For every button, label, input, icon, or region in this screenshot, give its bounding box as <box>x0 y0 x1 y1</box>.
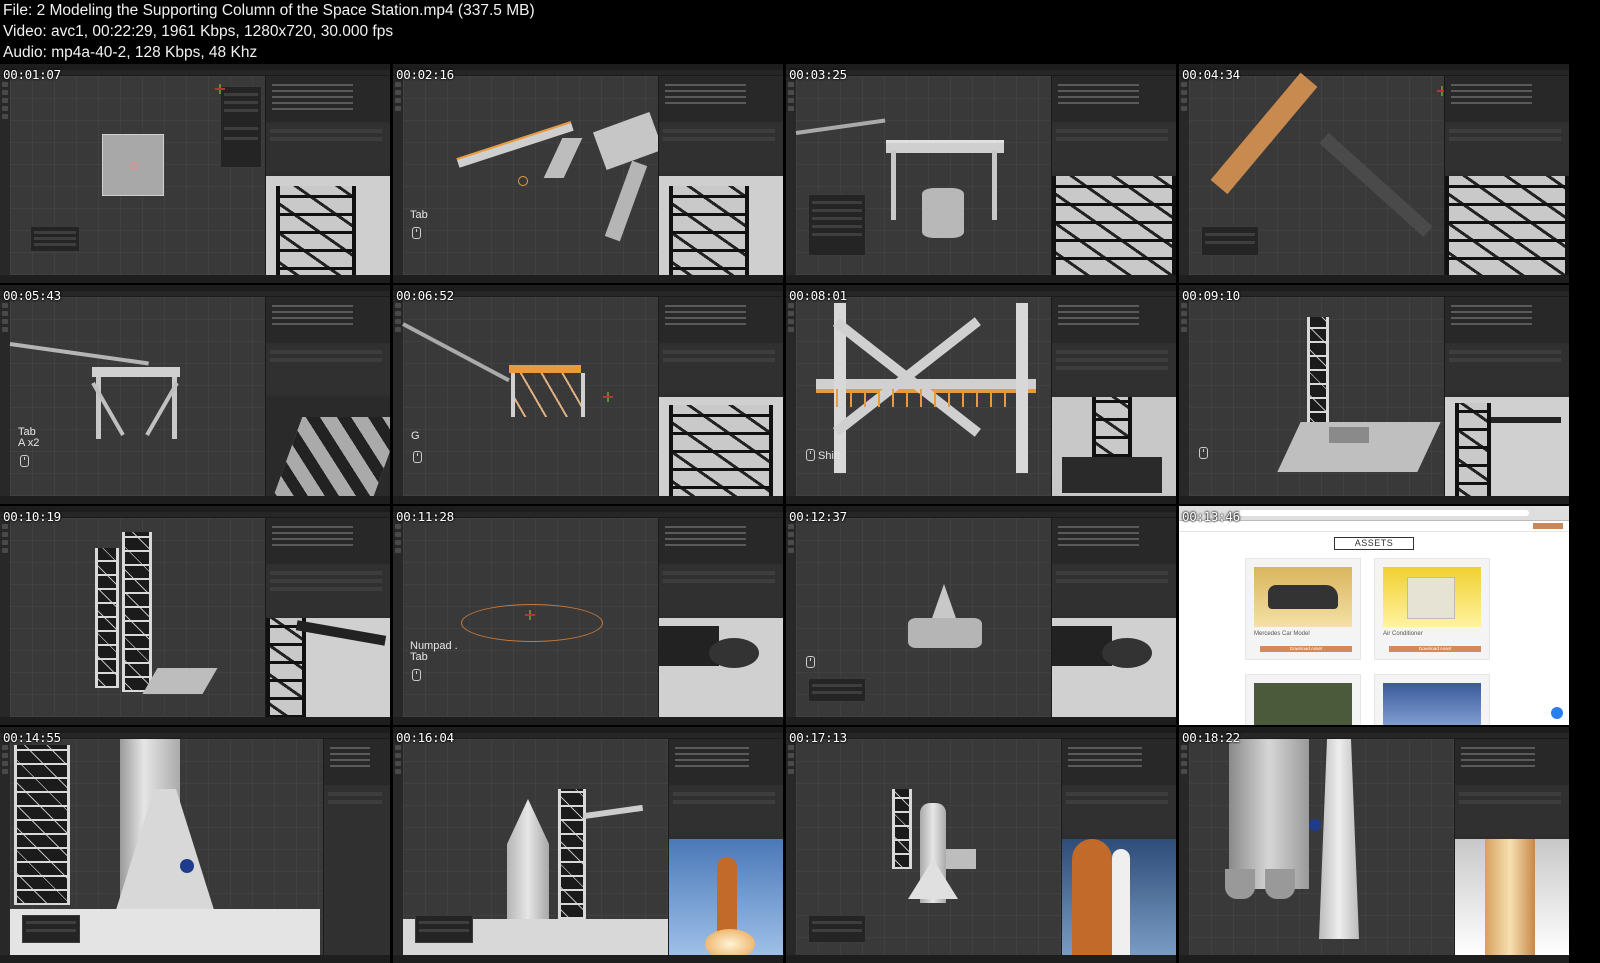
thumbnail-tile[interactable]: Numpad . Tab 00:11:28 <box>393 506 783 725</box>
assets-heading: ASSETS <box>1334 537 1414 550</box>
timestamp: 00:16:04 <box>396 730 454 745</box>
thumbnail-tile[interactable]: 00:12:37 <box>786 506 1176 725</box>
timestamp: 00:08:01 <box>789 288 847 303</box>
timestamp: 00:14:55 <box>3 730 61 745</box>
timestamp: 00:05:43 <box>3 288 61 303</box>
asset-caption: Mercedes Car Model <box>1254 631 1310 637</box>
thumbnail-tile[interactable]: Tab 00:02:16 <box>393 64 783 283</box>
thumbnail-tile[interactable]: 00:04:34 <box>1179 64 1569 283</box>
thumbnail-tile[interactable]: 00:17:13 <box>786 727 1176 963</box>
file-info: File: 2 Modeling the Supporting Column o… <box>3 2 535 19</box>
thumbnail-tile[interactable]: 00:14:55 <box>0 727 390 963</box>
asset-card[interactable]: Air Conditioner Download Asset <box>1374 558 1490 660</box>
timestamp: 00:04:34 <box>1182 67 1240 82</box>
thumbnail-grid: 00:01:07 Tab 00:02:16 00:03:25 00:04:34 … <box>0 64 1600 963</box>
timestamp: 00:13:46 <box>1182 509 1240 524</box>
mouse-icon <box>413 451 422 463</box>
thumbnail-tile[interactable]: 00:16:04 <box>393 727 783 963</box>
audio-info: Audio: mp4a-40-2, 128 Kbps, 48 Khz <box>3 44 258 61</box>
download-asset-button[interactable]: Download Asset <box>1260 646 1352 652</box>
mouse-icon <box>806 449 815 461</box>
key-overlay: Shift <box>818 450 841 462</box>
asset-card[interactable] <box>1245 674 1361 725</box>
thumbnail-tile[interactable]: 00:03:25 <box>786 64 1176 283</box>
mouse-icon <box>1199 447 1208 459</box>
timestamp: 00:06:52 <box>396 288 454 303</box>
mouse-icon <box>806 656 815 668</box>
file-info-header: File: 2 Modeling the Supporting Column o… <box>0 0 1600 64</box>
mouse-icon <box>20 455 29 467</box>
key-overlay: Tab A x2 <box>18 426 40 449</box>
thumbnail-tile[interactable]: ASSETS Mercedes Car Model Download Asset… <box>1179 506 1569 725</box>
timestamp: 00:11:28 <box>396 509 454 524</box>
download-asset-button[interactable]: Download Asset <box>1389 646 1481 652</box>
asset-card[interactable]: Mercedes Car Model Download Asset <box>1245 558 1361 660</box>
timestamp: 00:02:16 <box>396 67 454 82</box>
chat-icon[interactable] <box>1551 707 1563 719</box>
thumbnail-tile[interactable]: 00:18:22 <box>1179 727 1569 963</box>
video-info: Video: avc1, 00:22:29, 1961 Kbps, 1280x7… <box>3 23 394 40</box>
thumbnail-tile[interactable]: Tab A x2 00:05:43 <box>0 285 390 504</box>
mouse-icon <box>412 669 421 681</box>
thumbnail-tile[interactable]: G 00:06:52 <box>393 285 783 504</box>
timestamp: 00:17:13 <box>789 730 847 745</box>
timestamp: 00:01:07 <box>3 67 61 82</box>
thumbnail-tile[interactable]: Shift 00:08:01 <box>786 285 1176 504</box>
browser-window: ASSETS Mercedes Car Model Download Asset… <box>1179 506 1569 725</box>
asset-card[interactable] <box>1374 674 1490 725</box>
timestamp: 00:10:19 <box>3 509 61 524</box>
timestamp: 00:03:25 <box>789 67 847 82</box>
timestamp: 00:09:10 <box>1182 288 1240 303</box>
timestamp: 00:12:37 <box>789 509 847 524</box>
key-overlay: Tab <box>410 209 428 221</box>
thumbnail-tile[interactable]: 00:01:07 <box>0 64 390 283</box>
thumbnail-tile[interactable]: 00:09:10 <box>1179 285 1569 504</box>
timestamp: 00:18:22 <box>1182 730 1240 745</box>
mouse-icon <box>412 227 421 239</box>
asset-caption: Air Conditioner <box>1383 631 1423 637</box>
key-overlay: G <box>411 430 420 442</box>
key-overlay: Numpad . Tab <box>410 640 458 663</box>
thumbnail-tile[interactable]: 00:10:19 <box>0 506 390 725</box>
right-margin <box>1570 64 1600 963</box>
